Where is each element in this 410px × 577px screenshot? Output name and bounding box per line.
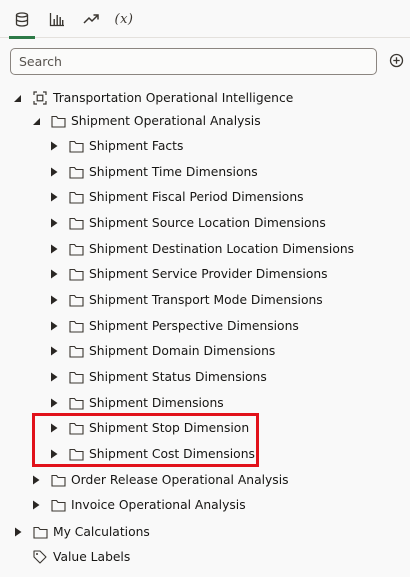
tree-node-shipment-item[interactable]: Shipment Domain Dimensions	[0, 339, 410, 363]
tree-node-my-calculations[interactable]: My Calculations	[0, 520, 410, 544]
tree-node-invoice-folder[interactable]: Invoice Operational Analysis	[0, 493, 410, 517]
collapse-triangle-icon[interactable]	[30, 115, 42, 127]
tab-analytics[interactable]	[74, 0, 108, 38]
expand-triangle-icon[interactable]	[48, 371, 60, 383]
expand-triangle-icon[interactable]	[48, 397, 60, 409]
tree-node-shipment-item[interactable]: Shipment Service Provider Dimensions	[0, 262, 410, 286]
tree-node-shipment-item[interactable]: Shipment Dimensions	[0, 391, 410, 415]
expand-triangle-icon[interactable]	[48, 217, 60, 229]
tree-label: Shipment Facts	[89, 139, 184, 153]
expand-triangle-icon[interactable]	[48, 448, 60, 460]
folder-icon	[32, 525, 48, 539]
tab-visualizations[interactable]	[40, 0, 74, 38]
tree-label: Shipment Destination Location Dimensions	[89, 242, 355, 256]
tree-node-order-release-folder[interactable]: Order Release Operational Analysis	[0, 468, 410, 492]
search-input[interactable]: Search	[10, 48, 377, 75]
tree-label: Shipment Perspective Dimensions	[89, 319, 299, 333]
tree-label: My Calculations	[53, 525, 150, 539]
folder-icon	[68, 216, 84, 230]
plus-circle-icon	[389, 53, 403, 67]
expand-triangle-icon[interactable]	[30, 499, 42, 511]
tree-label: Shipment Fiscal Period Dimensions	[89, 190, 304, 204]
tab-data[interactable]	[5, 0, 39, 39]
expand-triangle-icon[interactable]	[48, 166, 60, 178]
tree-label: Shipment Dimensions	[89, 396, 224, 410]
database-icon	[15, 11, 29, 27]
tree-node-shipment-item[interactable]: Shipment Source Location Dimensions	[0, 211, 410, 235]
folder-icon	[68, 293, 84, 307]
tree-node-value-labels[interactable]: Value Labels	[0, 545, 410, 569]
expand-triangle-icon[interactable]	[12, 526, 24, 538]
expand-triangle-icon[interactable]	[48, 422, 60, 434]
tree-label: Shipment Cost Dimensions	[89, 447, 255, 461]
bar-chart-icon	[49, 12, 64, 26]
folder-icon	[68, 165, 84, 179]
subject-area-icon	[32, 91, 48, 105]
folder-icon	[50, 498, 66, 512]
folder-icon	[68, 190, 84, 204]
fx-icon: (x)	[114, 11, 134, 27]
folder-icon	[68, 267, 84, 281]
panel-tab-bar: (x)	[0, 0, 410, 39]
expand-triangle-icon[interactable]	[48, 268, 60, 280]
add-button[interactable]	[388, 52, 404, 68]
tree-node-root[interactable]: Transportation Operational Intelligence	[0, 86, 410, 110]
tree-node-shipment-item[interactable]: Shipment Stop Dimension	[0, 416, 410, 440]
tree-label: Order Release Operational Analysis	[71, 473, 289, 487]
folder-icon	[68, 344, 84, 358]
expand-triangle-icon[interactable]	[48, 320, 60, 332]
folder-icon	[68, 242, 84, 256]
tag-icon	[32, 550, 48, 564]
folder-icon	[68, 421, 84, 435]
expand-triangle-icon[interactable]	[48, 243, 60, 255]
tree-node-shipment-item[interactable]: Shipment Time Dimensions	[0, 160, 410, 184]
tree-label: Shipment Domain Dimensions	[89, 344, 276, 358]
tree-label-root: Transportation Operational Intelligence	[53, 91, 294, 105]
tree-node-shipment-item[interactable]: Shipment Status Dimensions	[0, 365, 410, 389]
folder-icon	[68, 139, 84, 153]
expand-triangle-icon[interactable]	[30, 474, 42, 486]
collapse-triangle-icon[interactable]	[11, 92, 23, 104]
folder-icon	[68, 447, 84, 461]
tree-node-shipment-item[interactable]: Shipment Facts	[0, 134, 410, 158]
tree-node-shipment-item[interactable]: Shipment Fiscal Period Dimensions	[0, 185, 410, 209]
tree-label: Shipment Time Dimensions	[89, 165, 258, 179]
folder-icon	[68, 319, 84, 333]
expand-triangle-icon[interactable]	[48, 345, 60, 357]
tree-label: Shipment Stop Dimension	[89, 421, 250, 435]
tab-calculations[interactable]: (x)	[107, 0, 141, 38]
tree-label-shipment-folder: Shipment Operational Analysis	[71, 114, 261, 128]
tree-label: Value Labels	[53, 550, 131, 564]
tree-node-shipment-item[interactable]: Shipment Cost Dimensions	[0, 442, 410, 466]
tree-label: Shipment Status Dimensions	[89, 370, 267, 384]
folder-icon	[68, 396, 84, 410]
search-placeholder: Search	[19, 54, 62, 69]
tree-node-shipment-folder[interactable]: Shipment Operational Analysis	[0, 109, 410, 133]
folder-icon	[68, 370, 84, 384]
trend-icon	[83, 14, 99, 24]
tree-label: Invoice Operational Analysis	[71, 498, 246, 512]
tree-node-shipment-item[interactable]: Shipment Destination Location Dimensions	[0, 237, 410, 261]
folder-icon	[50, 114, 66, 128]
folder-icon	[50, 473, 66, 487]
tree-node-shipment-item[interactable]: Shipment Transport Mode Dimensions	[0, 288, 410, 312]
tree-label: Shipment Source Location Dimensions	[89, 216, 326, 230]
tree-label: Shipment Transport Mode Dimensions	[89, 293, 323, 307]
tree-label: Shipment Service Provider Dimensions	[89, 267, 328, 281]
expand-triangle-icon[interactable]	[48, 191, 60, 203]
expand-triangle-icon[interactable]	[48, 294, 60, 306]
expand-triangle-icon[interactable]	[48, 140, 60, 152]
tree-node-shipment-item[interactable]: Shipment Perspective Dimensions	[0, 314, 410, 338]
